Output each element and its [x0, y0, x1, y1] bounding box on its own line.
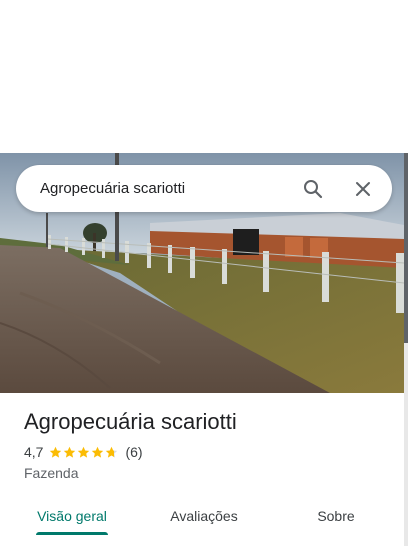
- star-icon: [64, 446, 76, 458]
- star-icon: [50, 446, 62, 458]
- tab-reviews[interactable]: Avaliações: [164, 496, 244, 536]
- review-count[interactable]: (6): [125, 444, 142, 460]
- rating-stars: [49, 446, 119, 459]
- place-category[interactable]: Fazenda: [24, 465, 237, 481]
- close-icon[interactable]: [350, 176, 376, 202]
- place-title: Agropecuária scariotti: [24, 409, 237, 434]
- top-blank-area: [0, 0, 408, 153]
- place-info: Agropecuária scariotti 4,7 (6) Fazenda: [24, 407, 237, 481]
- rating-value: 4,7: [24, 444, 44, 460]
- search-box[interactable]: Agropecuária scariotti: [16, 165, 392, 212]
- rating-row[interactable]: 4,7 (6): [24, 443, 237, 461]
- star-icon: [106, 446, 118, 458]
- tab-about[interactable]: Sobre: [310, 496, 362, 536]
- place-tabs: Visão geral Avaliações Sobre: [0, 496, 404, 546]
- scrollbar-thumb[interactable]: [404, 153, 408, 343]
- tab-overview[interactable]: Visão geral: [36, 496, 108, 536]
- active-tab-indicator: [36, 532, 108, 535]
- search-input[interactable]: Agropecuária scariotti: [40, 180, 300, 197]
- star-icon: [92, 446, 104, 458]
- star-icon: [78, 446, 90, 458]
- search-icon[interactable]: [300, 176, 326, 202]
